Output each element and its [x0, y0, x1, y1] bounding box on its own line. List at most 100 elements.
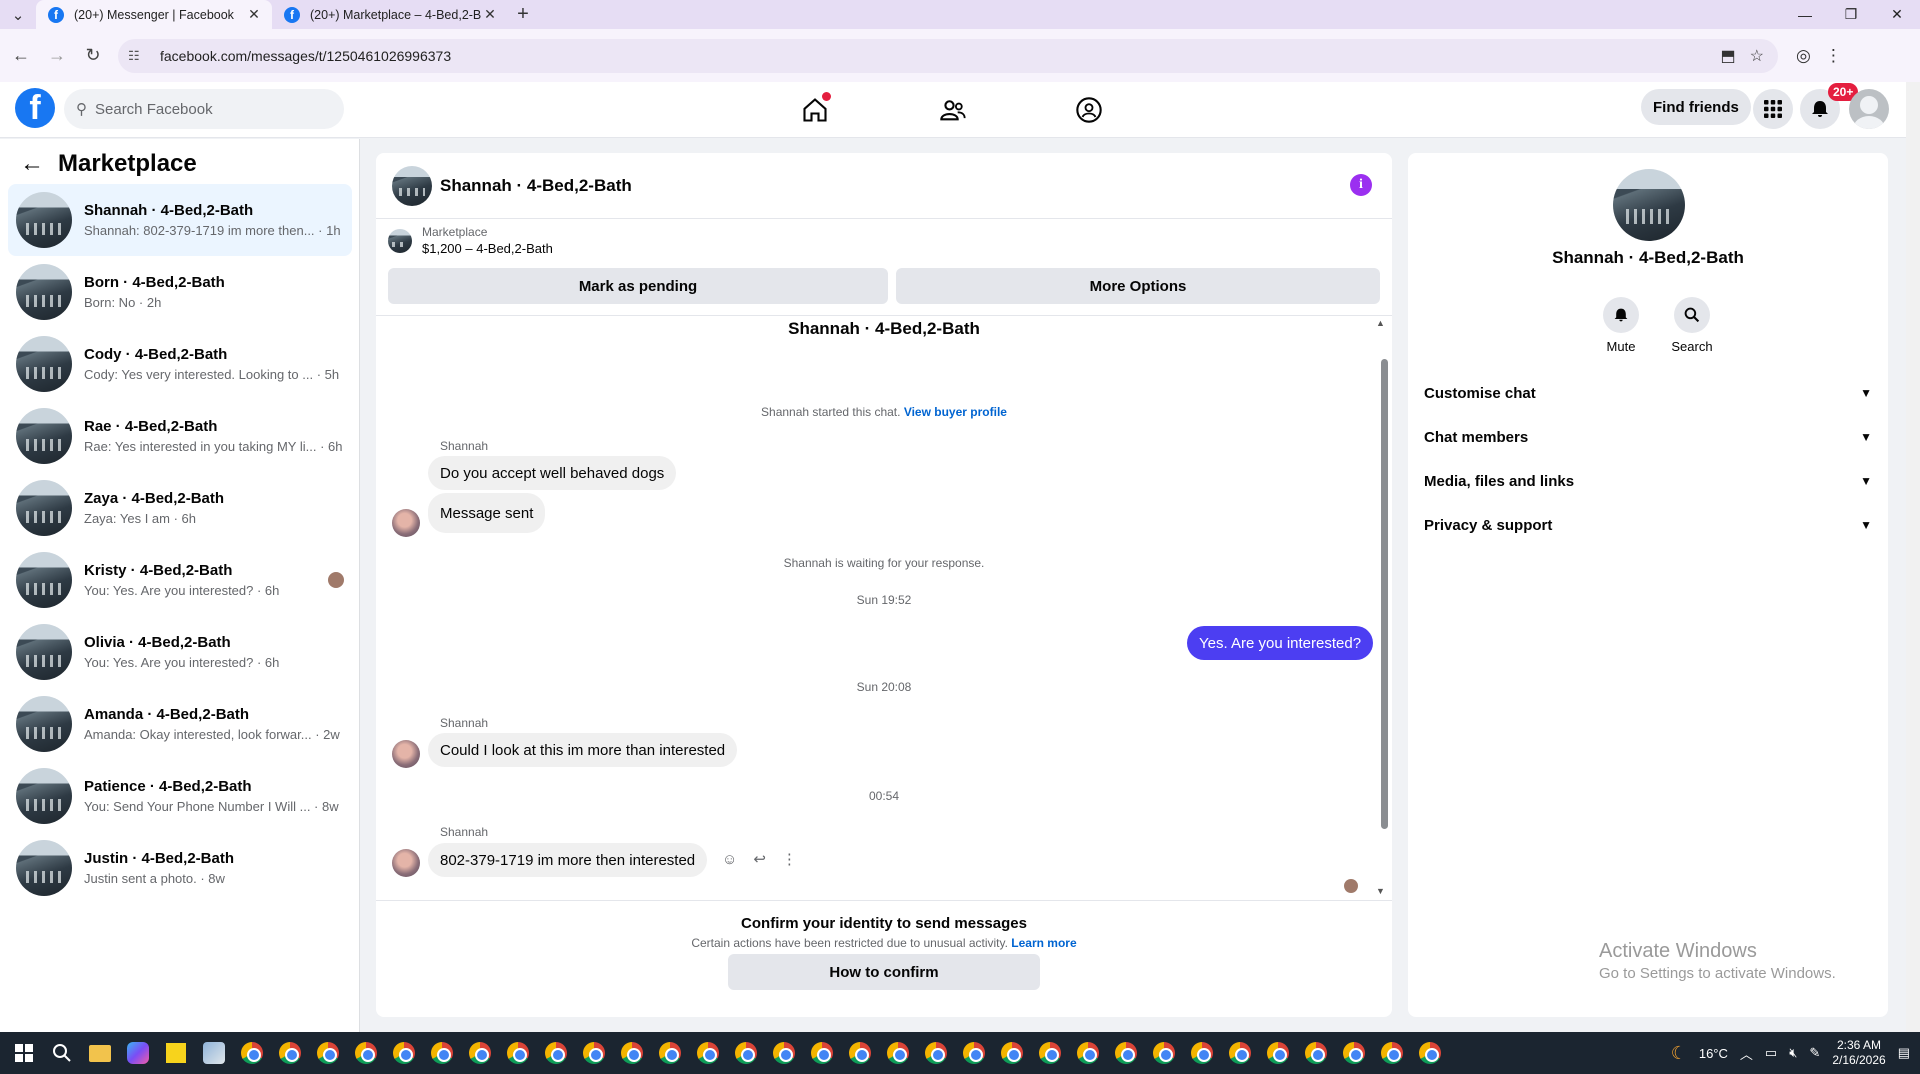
site-info-icon[interactable]: ☷ — [128, 48, 148, 64]
react-emoji-icon[interactable]: ☺ — [722, 851, 737, 868]
home-nav[interactable] — [760, 82, 870, 138]
profile-icon[interactable]: ◎ — [1796, 46, 1811, 66]
chrome-icon[interactable] — [1222, 1035, 1258, 1071]
forward-icon[interactable]: → — [42, 41, 72, 71]
conversation-item-kristy[interactable]: Kristy · 4-Bed,2-Bath You: Yes. Are you i… — [8, 544, 352, 616]
chrome-icon[interactable] — [348, 1035, 384, 1071]
pen-icon[interactable]: ✎ — [1809, 1045, 1820, 1061]
chrome-icon[interactable] — [1260, 1035, 1296, 1071]
friends-nav[interactable] — [898, 82, 1008, 138]
chrome-icon[interactable] — [576, 1035, 612, 1071]
chrome-icon[interactable] — [994, 1035, 1030, 1071]
mute-button[interactable]: Mute — [1591, 297, 1651, 354]
conversation-item-justin[interactable]: Justin · 4-Bed,2-Bath Justin sent a photo… — [8, 832, 352, 904]
new-tab-button[interactable]: + — [508, 0, 538, 29]
chat-scrollbar[interactable] — [1378, 319, 1388, 899]
find-friends-button[interactable]: Find friends — [1641, 89, 1751, 125]
menu-grid-button[interactable] — [1753, 89, 1793, 129]
chrome-icon[interactable] — [956, 1035, 992, 1071]
sender-avatar[interactable] — [392, 740, 420, 768]
browser-menu-icon[interactable]: ⋮ — [1825, 46, 1842, 66]
media-files-links-section[interactable]: Media, files and links ▼ — [1424, 459, 1872, 503]
scroll-down-icon[interactable]: ▼ — [1376, 886, 1385, 896]
reply-icon[interactable]: ↩ — [753, 850, 766, 868]
page-scrollbar[interactable] — [1906, 82, 1920, 1032]
conversation-item-zaya[interactable]: Zaya · 4-Bed,2-Bath Zaya: Yes I am · 6h — [8, 472, 352, 544]
facebook-search[interactable]: ⚲ — [64, 89, 344, 129]
windows-start-icon[interactable] — [6, 1035, 42, 1071]
chrome-icon[interactable] — [1374, 1035, 1410, 1071]
browser-tab-messenger[interactable]: f (20+) Messenger | Facebook ✕ — [36, 0, 272, 29]
chrome-icon[interactable] — [1336, 1035, 1372, 1071]
back-arrow-icon[interactable]: ← — [20, 150, 44, 178]
chrome-icon[interactable] — [310, 1035, 346, 1071]
browser-tab-marketplace[interactable]: f (20+) Marketplace – 4-Bed,2-B ✕ — [272, 0, 508, 29]
temperature[interactable]: 16°C — [1699, 1046, 1728, 1061]
chrome-icon[interactable] — [424, 1035, 460, 1071]
chrome-icon[interactable] — [1412, 1035, 1448, 1071]
tray-chevron-up-icon[interactable]: ︿ — [1740, 1044, 1753, 1063]
url-input[interactable]: ☷ facebook.com/messages/t/12504610269963… — [118, 38, 1778, 73]
chrome-icon[interactable] — [690, 1035, 726, 1071]
conversation-item-patience[interactable]: Patience · 4-Bed,2-Bath You: Send Your Ph… — [8, 760, 352, 832]
clock[interactable]: 2:36 AM 2/16/2026 — [1832, 1038, 1885, 1068]
chrome-icon[interactable] — [1070, 1035, 1106, 1071]
sender-avatar[interactable] — [392, 849, 420, 877]
conversation-item-amanda[interactable]: Amanda · 4-Bed,2-Bath Amanda: Okay intere… — [8, 688, 352, 760]
mark-as-pending-button[interactable]: Mark as pending — [388, 268, 888, 304]
chrome-icon[interactable] — [1298, 1035, 1334, 1071]
chat-info-avatar[interactable] — [1613, 169, 1685, 241]
search-icon[interactable] — [44, 1035, 80, 1071]
file-explorer-icon[interactable] — [82, 1035, 118, 1071]
chrome-icon[interactable] — [1146, 1035, 1182, 1071]
conversation-item-olivia[interactable]: Olivia · 4-Bed,2-Bath You: Yes. Are you i… — [8, 616, 352, 688]
sender-avatar[interactable] — [392, 509, 420, 537]
incoming-message[interactable]: Could I look at this im more than intere… — [428, 733, 738, 767]
view-buyer-profile-link[interactable]: View buyer profile — [904, 405, 1007, 419]
notification-center-icon[interactable]: ▤ — [1898, 1045, 1910, 1061]
customise-chat-section[interactable]: Customise chat ▼ — [1424, 371, 1872, 415]
volume-mute-icon[interactable]: 🔇︎ — [1789, 1045, 1797, 1061]
chrome-icon[interactable] — [234, 1035, 270, 1071]
chrome-icon[interactable] — [652, 1035, 688, 1071]
facebook-logo-icon[interactable]: f — [15, 88, 55, 128]
chrome-icon[interactable] — [1184, 1035, 1220, 1071]
install-app-icon[interactable]: ⬒ — [1721, 46, 1736, 66]
close-tab-icon[interactable]: ✕ — [482, 6, 498, 23]
scrollbar-thumb[interactable] — [1381, 359, 1388, 829]
chat-title[interactable]: Shannah · 4-Bed,2-Bath — [440, 176, 632, 196]
incoming-message[interactable]: 802-379-1719 im more then interested — [428, 843, 708, 877]
account-avatar[interactable] — [1849, 89, 1889, 129]
outgoing-message[interactable]: Yes. Are you interested? — [1187, 626, 1374, 660]
weather-moon-icon[interactable]: ☾ — [1671, 1043, 1687, 1064]
conversation-item-born[interactable]: Born · 4-Bed,2-Bath Born: No · 2h — [8, 256, 352, 328]
conversation-item-cody[interactable]: Cody · 4-Bed,2-Bath Cody: Yes very intere… — [8, 328, 352, 400]
more-actions-icon[interactable]: ⋮ — [782, 850, 797, 868]
incoming-message[interactable]: Do you accept well behaved dogs — [428, 456, 677, 490]
copilot-icon[interactable] — [120, 1035, 156, 1071]
minimize-icon[interactable]: — — [1782, 0, 1828, 29]
incoming-message[interactable]: Message sent — [428, 493, 546, 533]
chrome-icon[interactable] — [1108, 1035, 1144, 1071]
chat-members-section[interactable]: Chat members ▼ — [1424, 415, 1872, 459]
search-in-chat-button[interactable]: Search — [1662, 297, 1722, 354]
info-icon[interactable]: i — [1350, 174, 1372, 196]
chrome-icon[interactable] — [272, 1035, 308, 1071]
how-to-confirm-button[interactable]: How to confirm — [728, 954, 1040, 990]
privacy-support-section[interactable]: Privacy & support ▼ — [1424, 503, 1872, 547]
tab-search-chevron-icon[interactable]: ⌄ — [0, 0, 36, 29]
sticky-notes-icon[interactable] — [158, 1035, 194, 1071]
chrome-icon[interactable] — [538, 1035, 574, 1071]
chrome-icon[interactable] — [918, 1035, 954, 1071]
listing-summary[interactable]: Marketplace $1,200 – 4-Bed,2-Bath — [388, 225, 553, 256]
close-tab-icon[interactable]: ✕ — [246, 6, 262, 23]
network-icon[interactable]: ▭ — [1765, 1045, 1777, 1061]
chrome-icon[interactable] — [842, 1035, 878, 1071]
reload-icon[interactable]: ↻ — [78, 41, 108, 71]
chrome-icon[interactable] — [766, 1035, 802, 1071]
maximize-icon[interactable]: ❐ — [1828, 0, 1874, 29]
photos-app-icon[interactable] — [196, 1035, 232, 1071]
close-window-icon[interactable]: ✕ — [1874, 0, 1920, 29]
chrome-icon[interactable] — [500, 1035, 536, 1071]
learn-more-link[interactable]: Learn more — [1011, 936, 1076, 950]
